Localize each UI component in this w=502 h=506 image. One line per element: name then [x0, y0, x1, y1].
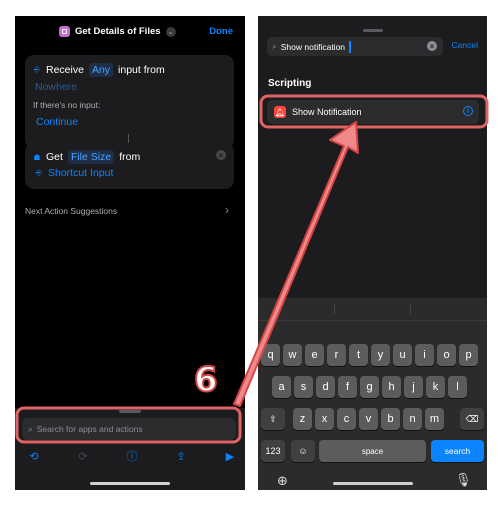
key-s[interactable]: s	[294, 376, 313, 398]
editor-toolbar: ⟲ ⟳ ⓘ ⇪ ▶	[15, 446, 245, 466]
file-size-token[interactable]: File Size	[67, 150, 115, 164]
action-search-panel: ⌕ Search for apps and actions ⟲ ⟳ ⓘ ⇪ ▶	[15, 408, 245, 490]
key-o[interactable]: o	[437, 344, 456, 366]
get-label: Get	[46, 151, 63, 163]
editor-header: Get Details of Files ⌄ Done	[15, 16, 245, 48]
action-search-screen: ⌕ Show notification × Cancel Scripting 🔔…	[258, 16, 487, 490]
section-heading: Scripting	[268, 78, 312, 89]
actions-search-input[interactable]: ⌕ Search for apps and actions	[22, 418, 236, 440]
key-j[interactable]: j	[404, 376, 423, 398]
info-icon[interactable]: ⓘ	[125, 449, 139, 463]
space-key[interactable]: space	[319, 440, 426, 462]
search-value: Show notification	[280, 41, 346, 52]
step-number: 6	[193, 359, 219, 401]
numbers-key[interactable]: 123	[261, 440, 285, 462]
input-icon: ⎆	[35, 168, 43, 177]
bell-icon: 🔔︎	[274, 106, 286, 118]
receive-input-action-card: ⎆ Receive Any input from Nowhere If ther…	[25, 55, 234, 149]
key-h[interactable]: h	[382, 376, 401, 398]
redo-icon: ⟳	[78, 450, 88, 463]
key-t[interactable]: t	[349, 344, 368, 366]
chevron-down-icon[interactable]: ⌄	[165, 26, 176, 37]
info-icon[interactable]: i	[463, 106, 473, 116]
key-w[interactable]: w	[283, 344, 302, 366]
shortcut-input-label: Shortcut Input	[48, 167, 114, 179]
key-u[interactable]: u	[393, 344, 412, 366]
remove-action-icon[interactable]: ×	[216, 150, 226, 160]
text-cursor	[349, 40, 351, 53]
continue-option[interactable]: Continue	[36, 116, 78, 128]
key-q[interactable]: q	[261, 344, 280, 366]
shortcut-editor-screen: Get Details of Files ⌄ Done ⎆ Receive An…	[15, 16, 245, 490]
home-indicator	[333, 482, 413, 485]
shortcut-title[interactable]: Get Details of Files ⌄	[59, 26, 176, 37]
cancel-button[interactable]: Cancel	[452, 40, 478, 50]
key-g[interactable]: g	[360, 376, 379, 398]
key-l[interactable]: l	[448, 376, 467, 398]
receive-row: ⎆ Receive Any input from	[33, 63, 165, 77]
clear-icon[interactable]: ×	[427, 41, 437, 51]
key-a[interactable]: a	[272, 376, 291, 398]
done-button[interactable]: Done	[209, 26, 233, 37]
key-e[interactable]: e	[305, 344, 324, 366]
backspace-icon[interactable]: ⌫	[460, 408, 484, 430]
shift-icon[interactable]: ⇧	[261, 408, 285, 430]
sheet-grabber[interactable]	[119, 410, 141, 413]
show-notification-result[interactable]: 🔔︎ Show Notification i	[267, 100, 479, 124]
keyboard: qwertyuiop asdfghjkl zxcvbnm 123 ☺ space s…	[258, 298, 487, 490]
key-r[interactable]: r	[327, 344, 346, 366]
chevron-right-icon[interactable]: ›	[225, 203, 229, 217]
get-row: ☗ Get File Size from	[33, 150, 140, 164]
key-c[interactable]: c	[337, 408, 356, 430]
emoji-icon[interactable]: ☺	[291, 440, 315, 462]
key-m[interactable]: m	[425, 408, 444, 430]
key-d[interactable]: d	[316, 376, 335, 398]
microphone-icon[interactable]: 🎙︎	[455, 472, 472, 488]
key-i[interactable]: i	[415, 344, 434, 366]
search-icon: ⌕	[28, 423, 33, 434]
key-k[interactable]: k	[426, 376, 445, 398]
globe-icon[interactable]: ⊕	[277, 473, 288, 489]
input-from-label: input from	[118, 64, 165, 76]
key-z[interactable]: z	[293, 408, 312, 430]
next-action-suggestions[interactable]: Next Action Suggestions	[25, 206, 229, 216]
undo-icon[interactable]: ⟲	[27, 449, 41, 463]
shortcut-title-label: Get Details of Files	[75, 26, 161, 37]
shortcut-input-token[interactable]: ⎆ Shortcut Input	[35, 167, 114, 179]
key-p[interactable]: p	[459, 344, 478, 366]
if-no-input-label: If there's no input:	[33, 100, 101, 110]
result-label: Show Notification	[292, 107, 362, 117]
receive-label: Receive	[46, 64, 84, 76]
key-f[interactable]: f	[338, 376, 357, 398]
sheet-grabber[interactable]	[363, 29, 383, 32]
nowhere-token[interactable]: Nowhere	[35, 81, 77, 93]
share-icon[interactable]: ⇪	[174, 449, 188, 463]
file-details-icon: ☗	[33, 152, 41, 162]
play-icon[interactable]: ▶	[223, 449, 237, 463]
search-placeholder: Search for apps and actions	[36, 424, 143, 434]
home-indicator	[90, 482, 170, 485]
input-icon: ⎆	[33, 65, 41, 74]
predictive-bar	[258, 298, 487, 321]
get-details-action-card: ☗ Get File Size from ⎆ Shortcut Input ×	[25, 143, 234, 189]
key-y[interactable]: y	[371, 344, 390, 366]
key-b[interactable]: b	[381, 408, 400, 430]
key-x[interactable]: x	[315, 408, 334, 430]
from-label: from	[119, 151, 141, 163]
key-n[interactable]: n	[403, 408, 422, 430]
key-v[interactable]: v	[359, 408, 378, 430]
any-type-token[interactable]: Any	[88, 63, 114, 77]
action-search-field[interactable]: ⌕ Show notification ×	[267, 37, 443, 56]
search-icon: ⌕	[272, 41, 277, 51]
shortcut-app-icon	[59, 26, 70, 37]
search-key[interactable]: search	[431, 440, 484, 462]
